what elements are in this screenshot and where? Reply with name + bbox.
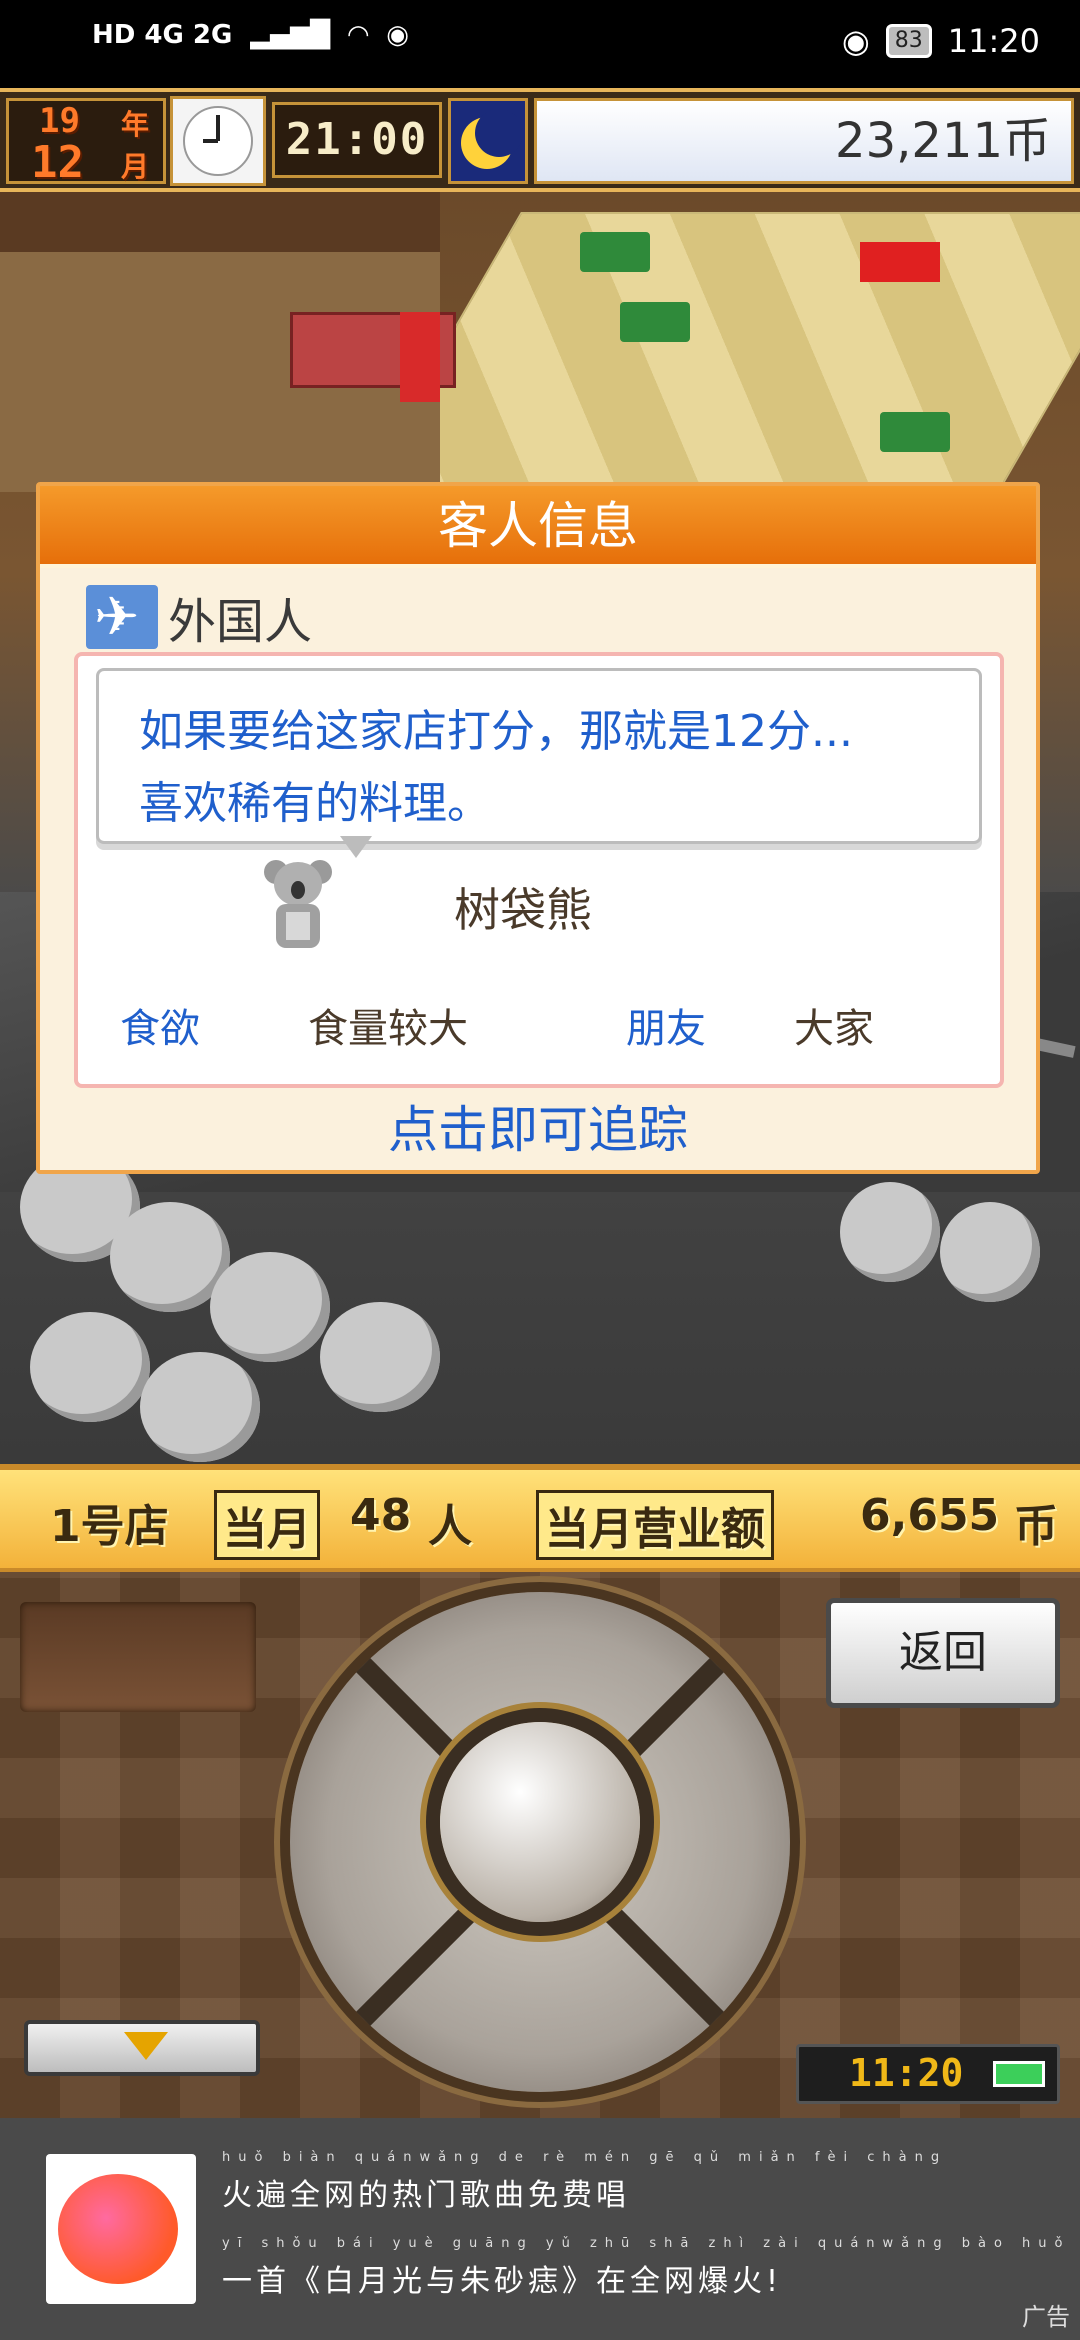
tree xyxy=(210,1252,330,1362)
globe-icon: ◉ xyxy=(386,20,409,50)
top-hud: 19 年 12 月 21:00 23,211币 xyxy=(0,88,1080,192)
monthly-sales-value: 6,655 xyxy=(860,1490,1000,1541)
back-button[interactable]: 返回 xyxy=(826,1598,1060,1708)
guest-info-card: 如果要给这家店打分，那就是12分... 喜欢稀有的料理。 树袋熊 食欲 食量较大… xyxy=(74,652,1004,1088)
customer-unit: 人 xyxy=(428,1501,472,1552)
table xyxy=(860,242,940,282)
eye-icon: ◉ xyxy=(841,22,870,60)
speech-tail xyxy=(340,836,372,858)
tree xyxy=(940,1202,1040,1302)
dialog-title: 客人信息 xyxy=(40,486,1036,568)
game-time: 21:00 xyxy=(272,102,442,178)
table xyxy=(620,302,690,342)
tree xyxy=(140,1352,260,1462)
tatami-floor xyxy=(359,212,1080,492)
battery-icon xyxy=(993,2061,1045,2087)
ad-line2: 一首《白月光与朱砂痣》在全网爆火! xyxy=(222,2264,783,2299)
status-bar: HD 4G 2G ▂▄▆█ ◠ ◉ ◉ 83 11:20 xyxy=(0,0,1080,88)
menu-down-button[interactable] xyxy=(24,2020,260,2076)
wall xyxy=(0,192,440,252)
koala-icon xyxy=(262,854,334,954)
year-value: 19 xyxy=(39,101,80,141)
friends-value: 大家 xyxy=(794,1006,874,1052)
tree xyxy=(320,1302,440,1412)
clock-icon xyxy=(170,96,266,186)
ad-banner[interactable]: huǒ biàn quánwǎng de rè mén gē qǔ miǎn f… xyxy=(0,2118,1080,2340)
tree xyxy=(30,1312,150,1422)
appetite-value: 食量较大 xyxy=(308,1006,468,1052)
network-indicators: HD 4G 2G ▂▄▆█ ◠ ◉ xyxy=(92,20,409,50)
table xyxy=(880,412,950,452)
date-display[interactable]: 19 年 12 月 xyxy=(6,98,166,188)
table xyxy=(580,232,650,272)
track-guest-link[interactable]: 点击即可追踪 xyxy=(40,1090,1036,1162)
money-display: 23,211币 xyxy=(534,98,1074,184)
signal-icon: ▂▄▆█ xyxy=(250,20,331,50)
ad-tag: 广告 xyxy=(1022,2303,1070,2331)
status-time: 11:20 xyxy=(947,22,1040,60)
guest-animal-name: 树袋熊 xyxy=(454,883,592,937)
wifi-icon: ◠ xyxy=(348,20,369,50)
app-logo-icon[interactable] xyxy=(46,2154,196,2304)
moon-icon xyxy=(448,98,528,184)
friends-label: 朋友 xyxy=(626,1006,706,1052)
ad-line1-pinyin: huǒ biàn quánwǎng de rè mén gē qǔ miǎn f… xyxy=(222,2150,948,2165)
speech-line-1: 如果要给这家店打分，那就是12分... xyxy=(139,706,853,757)
sales-unit: 币 xyxy=(1014,1501,1058,1552)
nationality-row: 外国人 xyxy=(86,582,312,652)
ad-line1: 火遍全网的热门歌曲免费唱 xyxy=(222,2178,630,2213)
vending-machine xyxy=(400,312,440,402)
store-stats-bar: 1号店 当月 48 人 当月营业额 6,655 币 xyxy=(0,1464,1080,1572)
store-label: 1号店 xyxy=(50,1501,169,1552)
arrow-down-icon xyxy=(124,2032,168,2060)
ad-line2-pinyin: yī shǒu bái yuè guāng yǔ zhū shā zhì zài… xyxy=(222,2236,1071,2251)
guest-info-dialog[interactable]: 客人信息 外国人 如果要给这家店打分，那就是12分... 喜欢稀有的料理。 树袋… xyxy=(36,482,1040,1174)
month-label: 当月 xyxy=(214,1490,320,1560)
month-label: 月 xyxy=(121,150,150,183)
speech-line-2: 喜欢稀有的料理。 xyxy=(139,778,491,829)
customer-count: 48 xyxy=(350,1490,412,1541)
bird-logo-icon xyxy=(58,2174,178,2284)
left-panel-slot xyxy=(20,1602,256,1712)
airplane-icon xyxy=(86,585,158,649)
battery-indicator: 83 xyxy=(885,24,932,58)
network-text: HD 4G 2G xyxy=(92,20,233,50)
device-clock-time: 11:20 xyxy=(849,2051,964,2095)
nationality-label: 外国人 xyxy=(168,594,313,650)
speech-bubble: 如果要给这家店打分，那就是12分... 喜欢稀有的料理。 xyxy=(96,668,982,844)
appetite-label: 食欲 xyxy=(120,1006,200,1052)
tree xyxy=(840,1182,940,1282)
device-clock: 11:20 xyxy=(796,2044,1060,2104)
month-value: 12 xyxy=(31,137,84,188)
dpad-center-button[interactable] xyxy=(440,1722,640,1922)
monthly-sales-label: 当月营业额 xyxy=(536,1490,774,1560)
year-label: 年 xyxy=(121,108,150,141)
controller-panel: 返回 11:20 xyxy=(0,1572,1080,2118)
